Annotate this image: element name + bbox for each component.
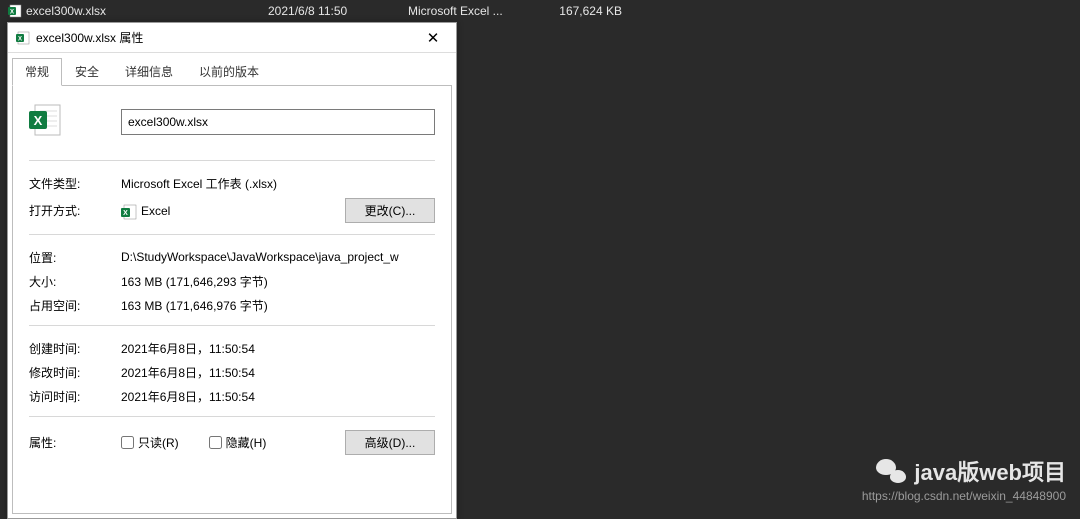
change-button[interactable]: 更改(C)... [345, 198, 435, 223]
properties-dialog: X excel300w.xlsx 属性 ✕ 常规 安全 详细信息 以前的版本 X… [7, 22, 457, 519]
file-big-icon: X [29, 103, 121, 140]
separator [29, 160, 435, 161]
disk-size-value: 163 MB (171,646,976 字节) [121, 297, 435, 314]
open-with-label: 打开方式: [29, 202, 121, 219]
excel-file-icon: X [8, 4, 22, 18]
tab-details[interactable]: 详细信息 [112, 58, 186, 86]
file-type-value: Microsoft Excel 工作表 (.xlsx) [121, 175, 435, 192]
watermark-title: java版web项目 [914, 455, 1066, 487]
disk-size-label: 占用空间: [29, 297, 121, 314]
separator [29, 416, 435, 417]
file-type-label: 文件类型: [29, 175, 121, 192]
modified-label: 修改时间: [29, 364, 121, 381]
attributes-label: 属性: [29, 434, 121, 451]
tab-security[interactable]: 安全 [62, 58, 112, 86]
svg-text:X: X [123, 210, 128, 217]
tabs: 常规 安全 详细信息 以前的版本 [8, 53, 456, 85]
separator [29, 234, 435, 235]
accessed-value: 2021年6月8日，11:50:54 [121, 388, 435, 405]
size-value: 163 MB (171,646,293 字节) [121, 273, 435, 290]
readonly-checkbox-input[interactable] [121, 436, 134, 449]
explorer-file-row[interactable]: X excel300w.xlsx 2021/6/8 11:50 Microsof… [0, 0, 1080, 22]
filename-input[interactable] [121, 109, 435, 135]
tab-general[interactable]: 常规 [12, 58, 62, 86]
readonly-checkbox[interactable]: 只读(R) [121, 434, 179, 451]
excel-app-icon: X [121, 204, 135, 218]
hidden-checkbox[interactable]: 隐藏(H) [209, 434, 267, 451]
accessed-label: 访问时间: [29, 388, 121, 405]
tab-previous-versions[interactable]: 以前的版本 [186, 58, 272, 86]
svg-text:X: X [18, 36, 22, 42]
separator [29, 325, 435, 326]
dialog-titlebar[interactable]: X excel300w.xlsx 属性 ✕ [8, 23, 456, 53]
explorer-date: 2021/6/8 11:50 [260, 4, 400, 18]
dialog-title: excel300w.xlsx 属性 [36, 29, 143, 46]
svg-text:X: X [10, 10, 14, 16]
svg-text:X: X [34, 113, 43, 128]
watermark-url: https://blog.csdn.net/weixin_44848900 [862, 489, 1066, 503]
advanced-button[interactable]: 高级(D)... [345, 430, 435, 455]
tab-panel-general: X 文件类型: Microsoft Excel 工作表 (.xlsx) 打开方式… [12, 85, 452, 514]
close-button[interactable]: ✕ [416, 27, 450, 49]
explorer-size: 167,624 KB [540, 4, 630, 18]
readonly-label: 只读(R) [138, 434, 179, 451]
wechat-icon [876, 459, 906, 483]
open-with-app: Excel [141, 204, 339, 218]
created-value: 2021年6月8日，11:50:54 [121, 340, 435, 357]
hidden-checkbox-input[interactable] [209, 436, 222, 449]
excel-file-icon: X [16, 31, 30, 45]
location-label: 位置: [29, 249, 121, 266]
modified-value: 2021年6月8日，11:50:54 [121, 364, 435, 381]
watermark: java版web项目 https://blog.csdn.net/weixin_… [862, 455, 1066, 503]
hidden-label: 隐藏(H) [226, 434, 267, 451]
created-label: 创建时间: [29, 340, 121, 357]
explorer-type: Microsoft Excel ... [400, 4, 540, 18]
explorer-filename: excel300w.xlsx [26, 4, 106, 18]
location-value: D:\StudyWorkspace\JavaWorkspace\java_pro… [121, 250, 435, 264]
size-label: 大小: [29, 273, 121, 290]
